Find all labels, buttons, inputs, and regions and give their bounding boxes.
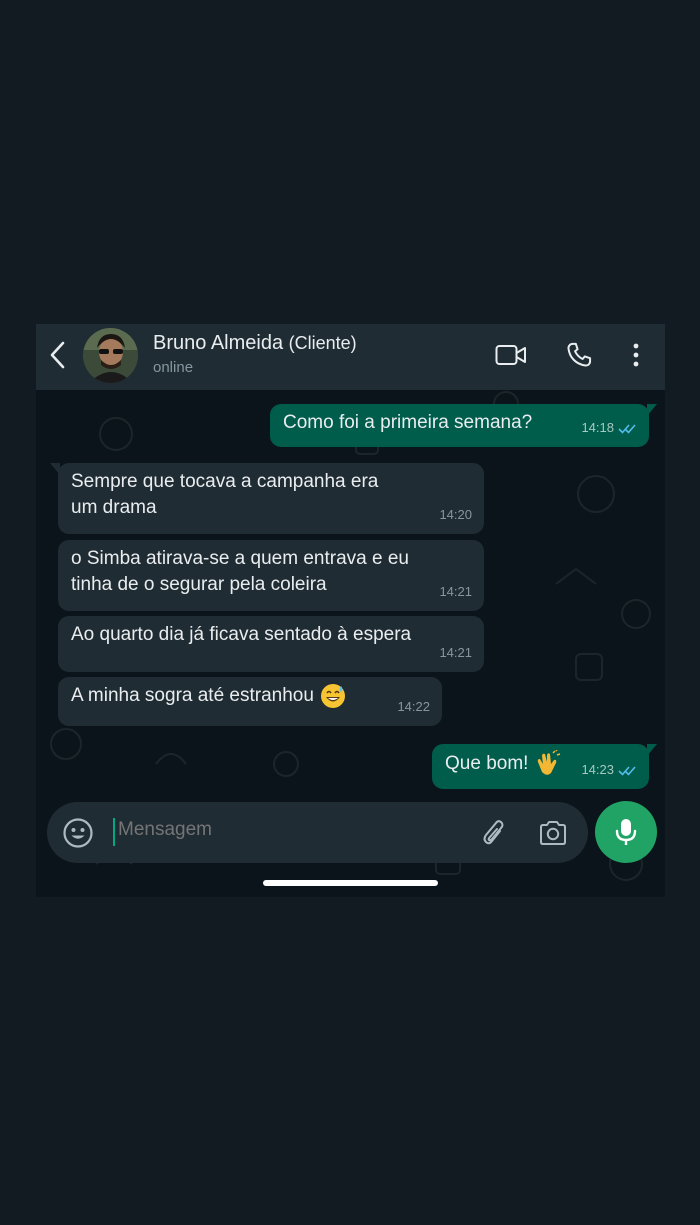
bubble-tail	[50, 463, 60, 475]
double-check-read-icon	[618, 423, 636, 434]
video-call-button[interactable]	[494, 340, 527, 370]
message-input[interactable]	[118, 819, 458, 841]
message-bubble-incoming[interactable]: Sempre que tocava a campanha era um dram…	[50, 463, 484, 534]
message-bubble-incoming[interactable]: A minha sogra até estranhou 14:22	[58, 677, 442, 726]
chat-header: Bruno Almeida (Cliente) online	[36, 324, 665, 390]
message-text: Que bom!	[445, 753, 529, 775]
more-options-button[interactable]	[628, 340, 644, 370]
attach-button[interactable]	[479, 817, 509, 849]
emoji-button[interactable]	[61, 816, 94, 849]
camera-button[interactable]	[537, 818, 569, 848]
microphone-icon	[615, 819, 637, 845]
smiley-icon	[62, 817, 93, 848]
message-time: 14:22	[397, 699, 430, 714]
avatar[interactable]	[83, 328, 138, 383]
chat-window: Bruno Almeida (Cliente) online Como foi …	[36, 324, 665, 897]
contact-name[interactable]: Bruno Almeida (Cliente)	[153, 332, 357, 355]
camera-icon	[540, 821, 566, 845]
voice-call-button[interactable]	[564, 340, 594, 370]
voice-message-button[interactable]	[595, 801, 657, 863]
clapping-hands-emoji	[538, 750, 561, 775]
message-text: A minha sogra até estranhou	[71, 685, 314, 707]
message-bubble-incoming[interactable]: o Simba atirava-se a quem entrava e eu t…	[58, 540, 484, 611]
double-check-read-icon	[618, 765, 636, 776]
message-bubble-outgoing[interactable]: Como foi a primeira semana? 14:18	[270, 404, 657, 447]
message-composer	[47, 802, 588, 863]
contact-name-text: Bruno Almeida	[153, 332, 284, 354]
screen: Bruno Almeida (Cliente) online Como foi …	[0, 0, 700, 1225]
message-text: Como foi a primeira semana?	[283, 412, 533, 433]
message-meta: 14:18	[581, 415, 637, 441]
message-time: 14:18	[581, 420, 614, 435]
message-text: Ao quarto dia já ficava sentado à espera	[71, 624, 412, 645]
message-text-line: Sempre que tocava a campanha era	[71, 471, 379, 492]
contact-tag: (Cliente)	[288, 333, 357, 353]
text-caret	[113, 818, 115, 846]
message-text-line: tinha de o segurar pela coleira	[71, 574, 327, 595]
message-text-line: um drama	[71, 497, 157, 518]
back-button[interactable]	[44, 338, 70, 372]
phone-icon	[567, 342, 592, 367]
contact-photo	[83, 328, 138, 383]
message-bubble-outgoing[interactable]: Que bom! 14:23	[432, 744, 657, 789]
grinning-sweat-emoji	[320, 684, 345, 708]
message-time: 14:21	[439, 645, 472, 660]
contact-status: online	[153, 359, 194, 376]
message-text-line: o Simba atirava-se a quem entrava e eu	[71, 548, 409, 569]
chevron-left-icon	[50, 341, 65, 369]
video-camera-icon	[495, 345, 526, 365]
paperclip-icon	[483, 820, 504, 845]
more-vertical-icon	[633, 343, 639, 367]
message-meta: 14:23	[581, 757, 637, 783]
bubble-tail	[647, 404, 657, 416]
home-indicator[interactable]	[263, 880, 438, 886]
message-bubble-incoming[interactable]: Ao quarto dia já ficava sentado à espera…	[58, 616, 484, 672]
message-time: 14:20	[439, 507, 472, 522]
message-time: 14:21	[439, 584, 472, 599]
bubble-tail	[647, 744, 657, 756]
message-time: 14:23	[581, 762, 614, 777]
